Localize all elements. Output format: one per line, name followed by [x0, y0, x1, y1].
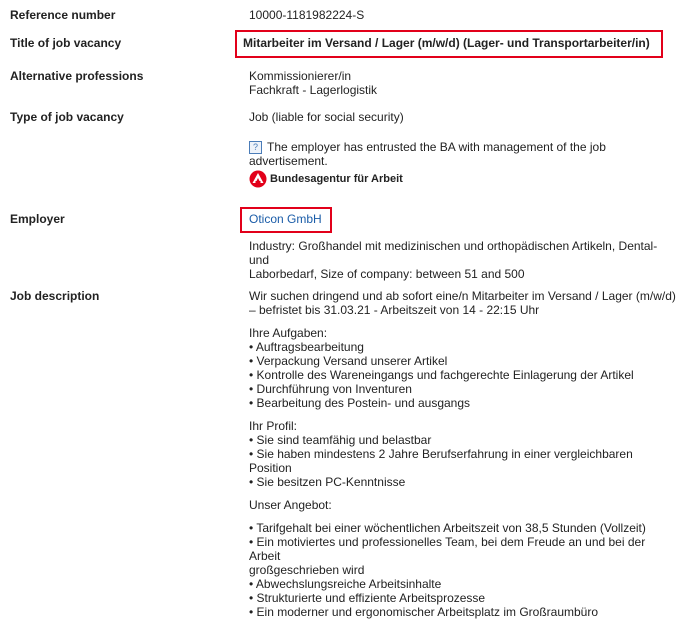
- offer-item: • Strukturierte und effiziente Arbeitspr…: [249, 591, 486, 605]
- intro-line-1: Wir suchen dringend und ab sofort eine/n…: [249, 289, 676, 303]
- label-employer: Employer: [10, 212, 65, 226]
- task-item: • Bearbeitung des Postein- und ausgangs: [249, 396, 471, 410]
- value-type: Job (liable for social security): [249, 110, 404, 124]
- task-item: • Verpackung Versand unserer Artikel: [249, 354, 448, 368]
- ba-name: Bundesagentur für Arbeit: [270, 173, 403, 185]
- task-item: • Auftragsbearbeitung: [249, 340, 364, 354]
- offer-title: Unser Angebot:: [249, 498, 332, 512]
- value-title: Mitarbeiter im Versand / Lager (m/w/d) (…: [243, 36, 650, 50]
- profile-item: • Sie haben mindestens 2 Jahre Berufserf…: [249, 447, 633, 475]
- intro-line-2: – befristet bis 31.03.21 - Arbeitszeit v…: [249, 303, 540, 317]
- profile-item: • Sie sind teamfähig und belastbar: [249, 433, 432, 447]
- label-description: Job description: [10, 289, 100, 303]
- ba-notice-text: The employer has entrusted the BA with m…: [249, 140, 606, 169]
- employer-link[interactable]: Oticon GmbH: [249, 212, 322, 226]
- offer-item: • Ein motiviertes und professionelles Te…: [249, 535, 646, 563]
- description-body: Wir suchen dringend und ab sofort eine/n…: [249, 289, 678, 619]
- offer-item: • Tarifgehalt bei einer wöchentlichen Ar…: [249, 521, 646, 535]
- industry-line-2: Laborbedarf, Size of company: between 51…: [249, 267, 525, 281]
- offer-item: großgeschrieben wird: [249, 563, 365, 577]
- value-reference: 10000-1181982224-S: [249, 8, 365, 22]
- industry-line-1: Industry: Großhandel mit medizinischen u…: [249, 239, 658, 267]
- tasks-title: Ihre Aufgaben:: [249, 326, 328, 340]
- task-item: • Durchführung von Inventuren: [249, 382, 412, 396]
- label-reference: Reference number: [10, 8, 116, 22]
- offer-item: • Abwechslungsreiche Arbeitsinhalte: [249, 577, 442, 591]
- task-item: • Kontrolle des Wareneingangs und fachge…: [249, 368, 634, 382]
- alt-profession-1: Kommissionierer/in: [249, 69, 352, 83]
- info-icon: ?: [249, 141, 262, 155]
- profile-title: Ihr Profil:: [249, 419, 298, 433]
- offer-item: • Ein moderner und ergonomischer Arbeits…: [249, 605, 599, 619]
- label-title: Title of job vacancy: [10, 36, 122, 50]
- ba-logo-icon: [249, 170, 267, 188]
- label-type: Type of job vacancy: [10, 110, 124, 124]
- profile-item: • Sie besitzen PC-Kenntnisse: [249, 475, 406, 489]
- alt-profession-2: Fachkraft - Lagerlogistik: [249, 83, 378, 97]
- value-alternative: Kommissionierer/in Fachkraft - Lagerlogi…: [249, 69, 377, 97]
- label-alternative: Alternative professions: [10, 69, 144, 83]
